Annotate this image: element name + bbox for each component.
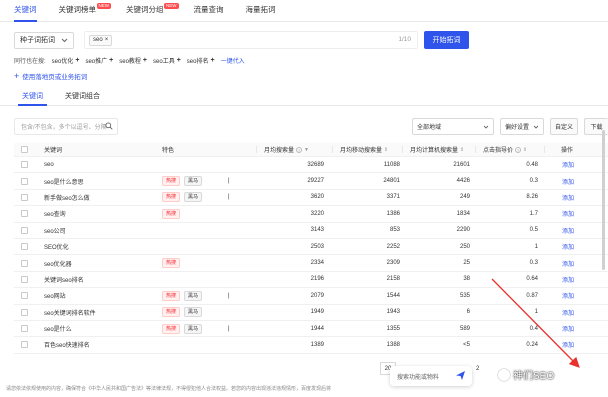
arrow-annotation: [491, 278, 580, 368]
